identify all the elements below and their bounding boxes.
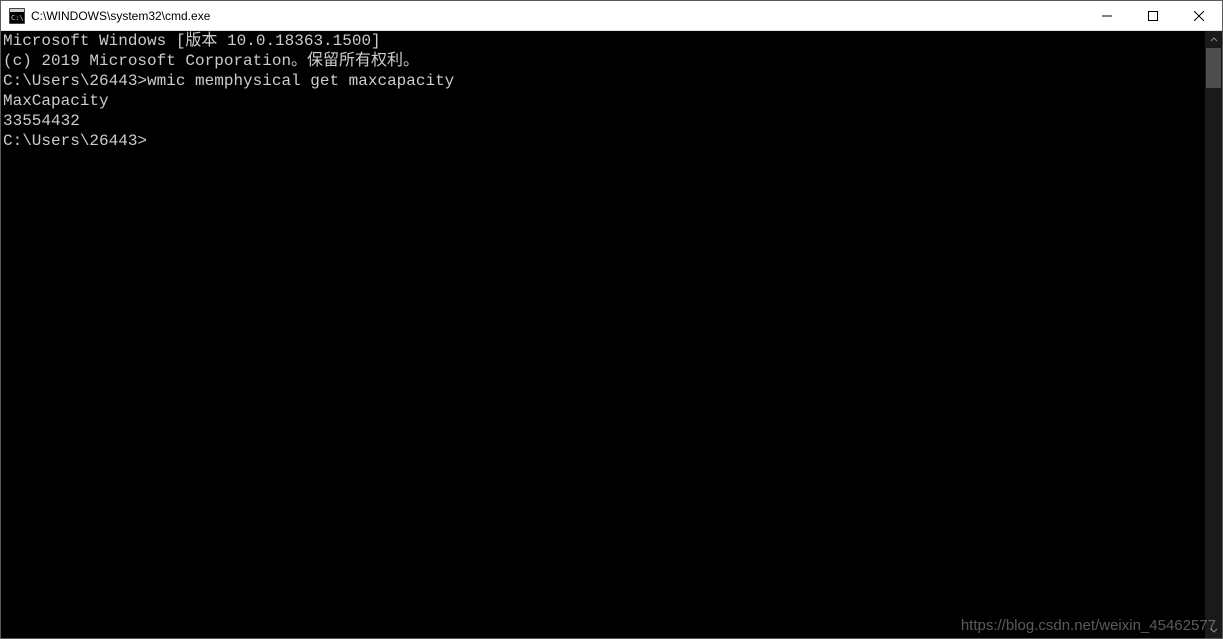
prompt-path: C:\Users\26443> bbox=[3, 132, 147, 150]
console-line: (c) 2019 Microsoft Corporation。保留所有权利。 bbox=[3, 51, 1203, 71]
scroll-up-button[interactable] bbox=[1205, 31, 1222, 48]
window-controls bbox=[1084, 1, 1222, 30]
cmd-window: C:\ C:\WINDOWS\system32\cmd.exe bbox=[0, 0, 1223, 639]
svg-text:C:\: C:\ bbox=[11, 14, 24, 22]
window-title: C:\WINDOWS\system32\cmd.exe bbox=[31, 9, 1084, 23]
output-header: MaxCapacity bbox=[3, 91, 1203, 111]
console-output[interactable]: Microsoft Windows [版本 10.0.18363.1500](c… bbox=[1, 31, 1205, 638]
close-icon bbox=[1194, 11, 1204, 21]
console-prompt-line: C:\Users\26443>wmic memphysical get maxc… bbox=[3, 71, 1203, 91]
chevron-down-icon bbox=[1210, 626, 1218, 634]
close-button[interactable] bbox=[1176, 1, 1222, 30]
minimize-button[interactable] bbox=[1084, 1, 1130, 30]
titlebar[interactable]: C:\ C:\WINDOWS\system32\cmd.exe bbox=[1, 1, 1222, 31]
chevron-up-icon bbox=[1210, 36, 1218, 44]
minimize-icon bbox=[1102, 11, 1112, 21]
maximize-button[interactable] bbox=[1130, 1, 1176, 30]
scroll-thumb[interactable] bbox=[1206, 48, 1221, 88]
maximize-icon bbox=[1148, 11, 1158, 21]
output-value: 33554432 bbox=[3, 111, 1203, 131]
prompt-path: C:\Users\26443> bbox=[3, 72, 147, 90]
console-prompt-line: C:\Users\26443> bbox=[3, 131, 1203, 151]
cmd-icon: C:\ bbox=[9, 8, 25, 24]
typed-command: wmic memphysical get maxcapacity bbox=[147, 72, 454, 90]
scroll-down-button[interactable] bbox=[1205, 621, 1222, 638]
console-area: Microsoft Windows [版本 10.0.18363.1500](c… bbox=[1, 31, 1222, 638]
console-line: Microsoft Windows [版本 10.0.18363.1500] bbox=[3, 31, 1203, 51]
vertical-scrollbar[interactable] bbox=[1205, 31, 1222, 638]
